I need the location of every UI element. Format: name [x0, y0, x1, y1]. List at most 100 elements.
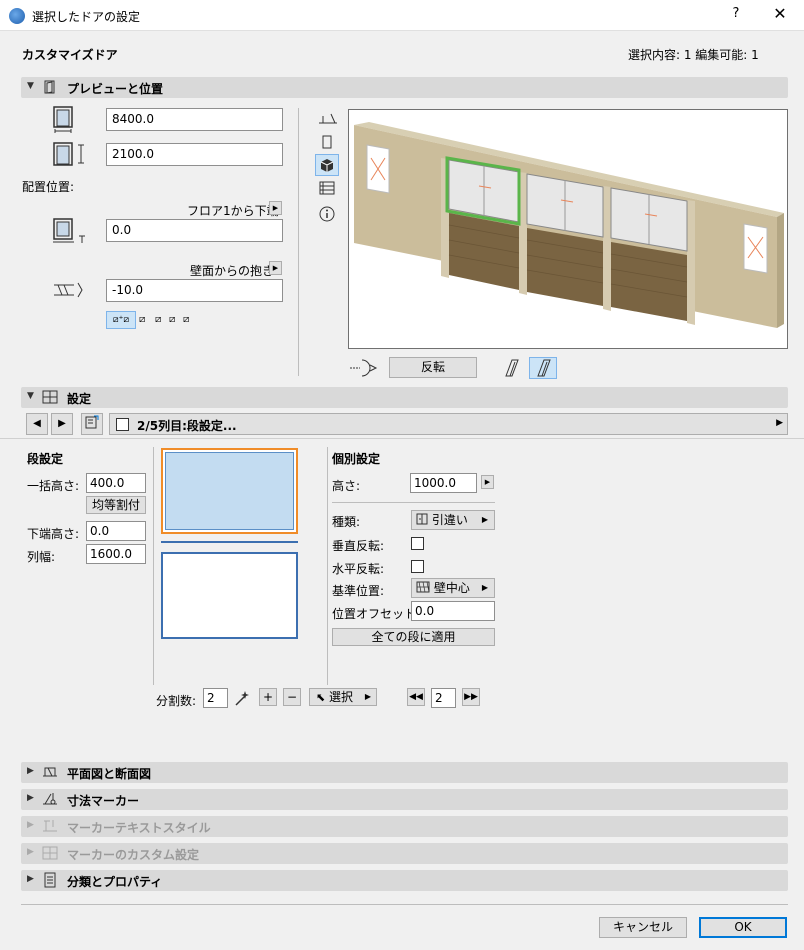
- horizontal-flip-checkbox[interactable]: [411, 560, 424, 573]
- element-type-title: カスタマイズドア: [22, 48, 118, 62]
- section-plan-section[interactable]: ▶ 平面図と断面図: [21, 762, 788, 783]
- door-height-icon: [53, 142, 84, 166]
- vertical-flip-checkbox[interactable]: [411, 537, 424, 550]
- help-button[interactable]: ?: [728, 6, 744, 21]
- dropdown-arrow-icon: ▶: [481, 583, 488, 592]
- anchor-option-4-icon[interactable]: ⧄: [183, 314, 189, 325]
- section-dimension-marker[interactable]: ▶ 寸法マーカー: [21, 789, 788, 810]
- section-preview-position[interactable]: ▼ プレビューと位置: [21, 77, 788, 98]
- navigation-bar: ◀ ▶ 2/5列目:段設定... ▶: [21, 413, 788, 436]
- segment-height-label: 高さ:: [332, 479, 361, 493]
- plan-view-icon[interactable]: [317, 111, 339, 127]
- info-icon[interactable]: [318, 205, 336, 223]
- select-label: 選択: [329, 690, 354, 704]
- individual-settings-title: 個別設定: [332, 452, 381, 466]
- equal-split-button[interactable]: 均等割付: [86, 496, 146, 514]
- next-button[interactable]: ▶: [51, 413, 73, 435]
- bottom-height-input[interactable]: 0.0: [86, 521, 146, 541]
- dropdown-arrow-icon: ▶: [481, 515, 488, 524]
- flip-button[interactable]: 反転: [389, 357, 477, 378]
- wall-reference-label: 壁面からの抱き: [190, 264, 275, 278]
- column-width-input[interactable]: 1600.0: [86, 544, 146, 564]
- 3d-view-button[interactable]: [315, 154, 339, 176]
- first-page-button[interactable]: ◀◀: [407, 688, 425, 706]
- opening-side-left-icon[interactable]: [502, 358, 524, 378]
- base-position-label: 基準位置:: [332, 584, 385, 598]
- opening-side-right-icon: [537, 359, 551, 377]
- anchor-option-1-icon[interactable]: ⧄: [139, 314, 145, 325]
- app-icon: [9, 8, 25, 24]
- add-division-button[interactable]: +: [259, 688, 277, 706]
- wall-offset-input[interactable]: -10.0: [106, 279, 283, 302]
- title-bar: 選択したドアの設定 ? ✕: [0, 0, 804, 31]
- floor-reference-menu-button[interactable]: ▶: [269, 201, 282, 215]
- dimension-marker-icon: [43, 793, 57, 805]
- opening-side-right-button[interactable]: [529, 357, 557, 379]
- section-classification-properties[interactable]: ▶ 分類とプロパティ: [21, 870, 788, 891]
- sliding-window-icon: [416, 513, 428, 525]
- divisions-input[interactable]: 2: [203, 688, 228, 708]
- individual-divider: [332, 502, 495, 503]
- segment-height-menu-button[interactable]: ▶: [481, 475, 494, 489]
- elevation-view-icon[interactable]: [320, 134, 334, 150]
- current-item-label: 2/5列目:段設定...: [137, 419, 237, 433]
- current-item-selector[interactable]: 2/5列目:段設定... ▶: [109, 413, 788, 435]
- expand-triangle-icon: ▶: [27, 874, 34, 884]
- prev-button[interactable]: ◀: [26, 413, 48, 435]
- door-width-input[interactable]: 8400.0: [106, 108, 283, 131]
- select-dropdown[interactable]: ⬉ 選択 ▶: [309, 688, 377, 706]
- remove-division-button[interactable]: −: [283, 688, 301, 706]
- bulk-height-label: 一括高さ:: [27, 479, 80, 493]
- bottom-height-label: 下端高さ:: [27, 527, 80, 541]
- row-segment-selected[interactable]: [161, 448, 298, 534]
- anchor-option-2-icon[interactable]: ⧄: [155, 314, 161, 325]
- expand-triangle-icon: ▶: [27, 793, 34, 803]
- list-settings-icon[interactable]: [317, 180, 337, 196]
- marker-custom-icon: [42, 846, 58, 860]
- individual-settings-divider: [327, 447, 328, 685]
- row-segment-2[interactable]: [161, 552, 298, 639]
- export-button[interactable]: [81, 413, 103, 435]
- sill-height-icon: [53, 218, 85, 243]
- position-offset-input[interactable]: 0.0: [411, 601, 495, 621]
- last-page-button[interactable]: ▶▶: [462, 688, 480, 706]
- section-label: 分類とプロパティ: [67, 875, 163, 889]
- door-icon: [44, 80, 55, 94]
- section-settings[interactable]: ▼ 設定: [21, 387, 788, 408]
- base-position-dropdown[interactable]: 壁中心 ▶: [411, 578, 495, 598]
- floor-offset-input[interactable]: 0.0: [106, 219, 283, 242]
- wall-reveal-icon: [54, 282, 83, 298]
- type-dropdown[interactable]: 引違い ▶: [411, 510, 495, 530]
- section-marker-custom: ▶ マーカーのカスタム設定: [21, 843, 788, 864]
- row-settings-divider: [153, 447, 154, 685]
- door-height-input[interactable]: 2100.0: [106, 143, 283, 166]
- segment-height-input[interactable]: 1000.0: [410, 473, 477, 493]
- type-value: 引違い: [431, 513, 468, 527]
- section-label: プレビューと位置: [67, 82, 164, 96]
- type-label: 種類:: [332, 515, 361, 529]
- divisions-label: 分割数:: [156, 694, 197, 708]
- selection-info: 選択内容: 1 編集可能: 1: [628, 48, 759, 62]
- section-marker-text-style: ▶ マーカーテキストスタイル: [21, 816, 788, 837]
- section-label: 寸法マーカー: [67, 794, 140, 808]
- export-icon: [85, 415, 99, 429]
- door-3d-preview[interactable]: [348, 109, 788, 349]
- position-offset-label: 位置オフセット:: [332, 607, 421, 621]
- page-input[interactable]: 2: [431, 688, 456, 708]
- anchor-option-3-icon[interactable]: ⧄: [169, 314, 175, 325]
- wall-reference-menu-button[interactable]: ▶: [269, 261, 282, 275]
- base-position-value: 壁中心: [433, 581, 470, 595]
- dropdown-arrow-icon: ▶: [776, 418, 783, 428]
- cancel-button[interactable]: キャンセル: [599, 917, 687, 938]
- marker-text-icon: [43, 820, 57, 832]
- magic-wand-icon[interactable]: [233, 688, 253, 708]
- bulk-height-input[interactable]: 400.0: [86, 473, 146, 493]
- row-separator: [161, 541, 298, 543]
- preview-render: [354, 122, 784, 328]
- ok-button[interactable]: OK: [699, 917, 787, 938]
- apply-all-rows-button[interactable]: 全ての段に適用: [332, 628, 495, 646]
- anchor-center-button[interactable]: ⧄⁺⧄: [106, 311, 136, 329]
- close-button[interactable]: ✕: [770, 4, 790, 23]
- plan-section-icon: [43, 767, 57, 777]
- collapse-triangle-icon: ▼: [27, 81, 34, 91]
